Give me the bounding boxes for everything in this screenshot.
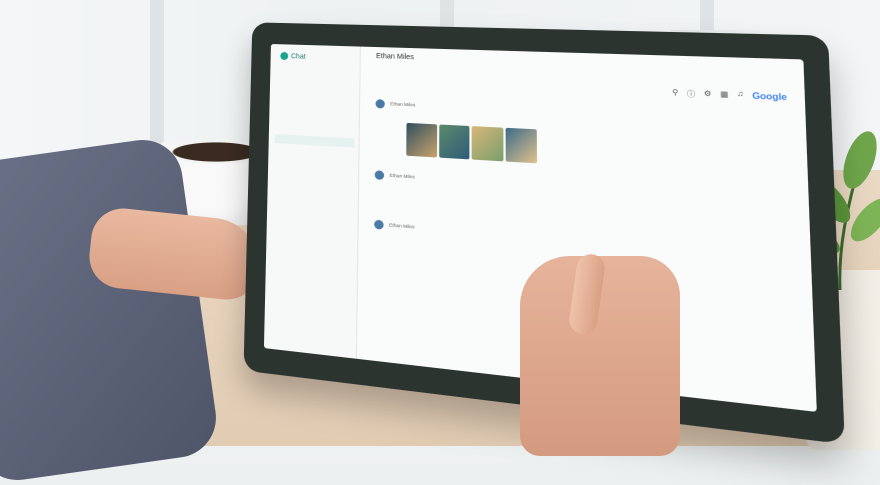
photo-thumbnail[interactable] bbox=[439, 124, 470, 159]
avatar bbox=[375, 99, 384, 109]
contact-name: Ethan Miles bbox=[376, 53, 414, 61]
message: Ethan Miles bbox=[375, 170, 415, 182]
sidebar-item[interactable] bbox=[275, 109, 355, 122]
conversation-list bbox=[271, 83, 355, 285]
sidebar-item[interactable] bbox=[275, 96, 355, 109]
sidebar-item-selected[interactable] bbox=[275, 134, 355, 147]
chat-sidebar: Chat bbox=[264, 44, 361, 359]
photo-thumbnail[interactable] bbox=[505, 128, 537, 164]
app-title-label: Chat bbox=[291, 53, 306, 60]
sidebar-item[interactable] bbox=[274, 147, 354, 161]
chat-app-icon bbox=[280, 52, 288, 60]
apps-icon[interactable]: ▦ bbox=[720, 90, 728, 101]
photo-thumbnail[interactable] bbox=[406, 123, 436, 158]
help-icon[interactable]: ⓘ bbox=[687, 89, 696, 100]
message: Ethan Miles bbox=[375, 99, 415, 110]
message-author: Ethan Miles bbox=[389, 223, 414, 230]
app-title: Chat bbox=[280, 52, 305, 61]
sidebar-item[interactable] bbox=[273, 186, 354, 201]
shared-photos[interactable] bbox=[406, 123, 537, 163]
avatar bbox=[375, 170, 384, 180]
sidebar-item[interactable] bbox=[275, 121, 355, 134]
sidebar-item[interactable] bbox=[273, 199, 354, 214]
settings-icon[interactable]: ⚙ bbox=[704, 89, 712, 100]
toolbar: ⚲ ⓘ ⚙ ▦ ♫ Google bbox=[672, 88, 787, 103]
message-author: Ethan Miles bbox=[390, 173, 415, 180]
sidebar-item[interactable] bbox=[274, 173, 354, 187]
message: Ethan Miles bbox=[374, 220, 414, 233]
message-author: Ethan Miles bbox=[390, 101, 415, 107]
photo-thumbnail[interactable] bbox=[472, 126, 503, 161]
search-icon[interactable]: ⚲ bbox=[672, 88, 678, 99]
sidebar-item[interactable] bbox=[274, 160, 354, 174]
sidebar-item[interactable] bbox=[272, 265, 353, 282]
sidebar-item[interactable] bbox=[276, 83, 356, 95]
avatar bbox=[374, 220, 384, 230]
bell-icon[interactable]: ♫ bbox=[737, 90, 744, 101]
google-brand: Google bbox=[752, 91, 787, 103]
